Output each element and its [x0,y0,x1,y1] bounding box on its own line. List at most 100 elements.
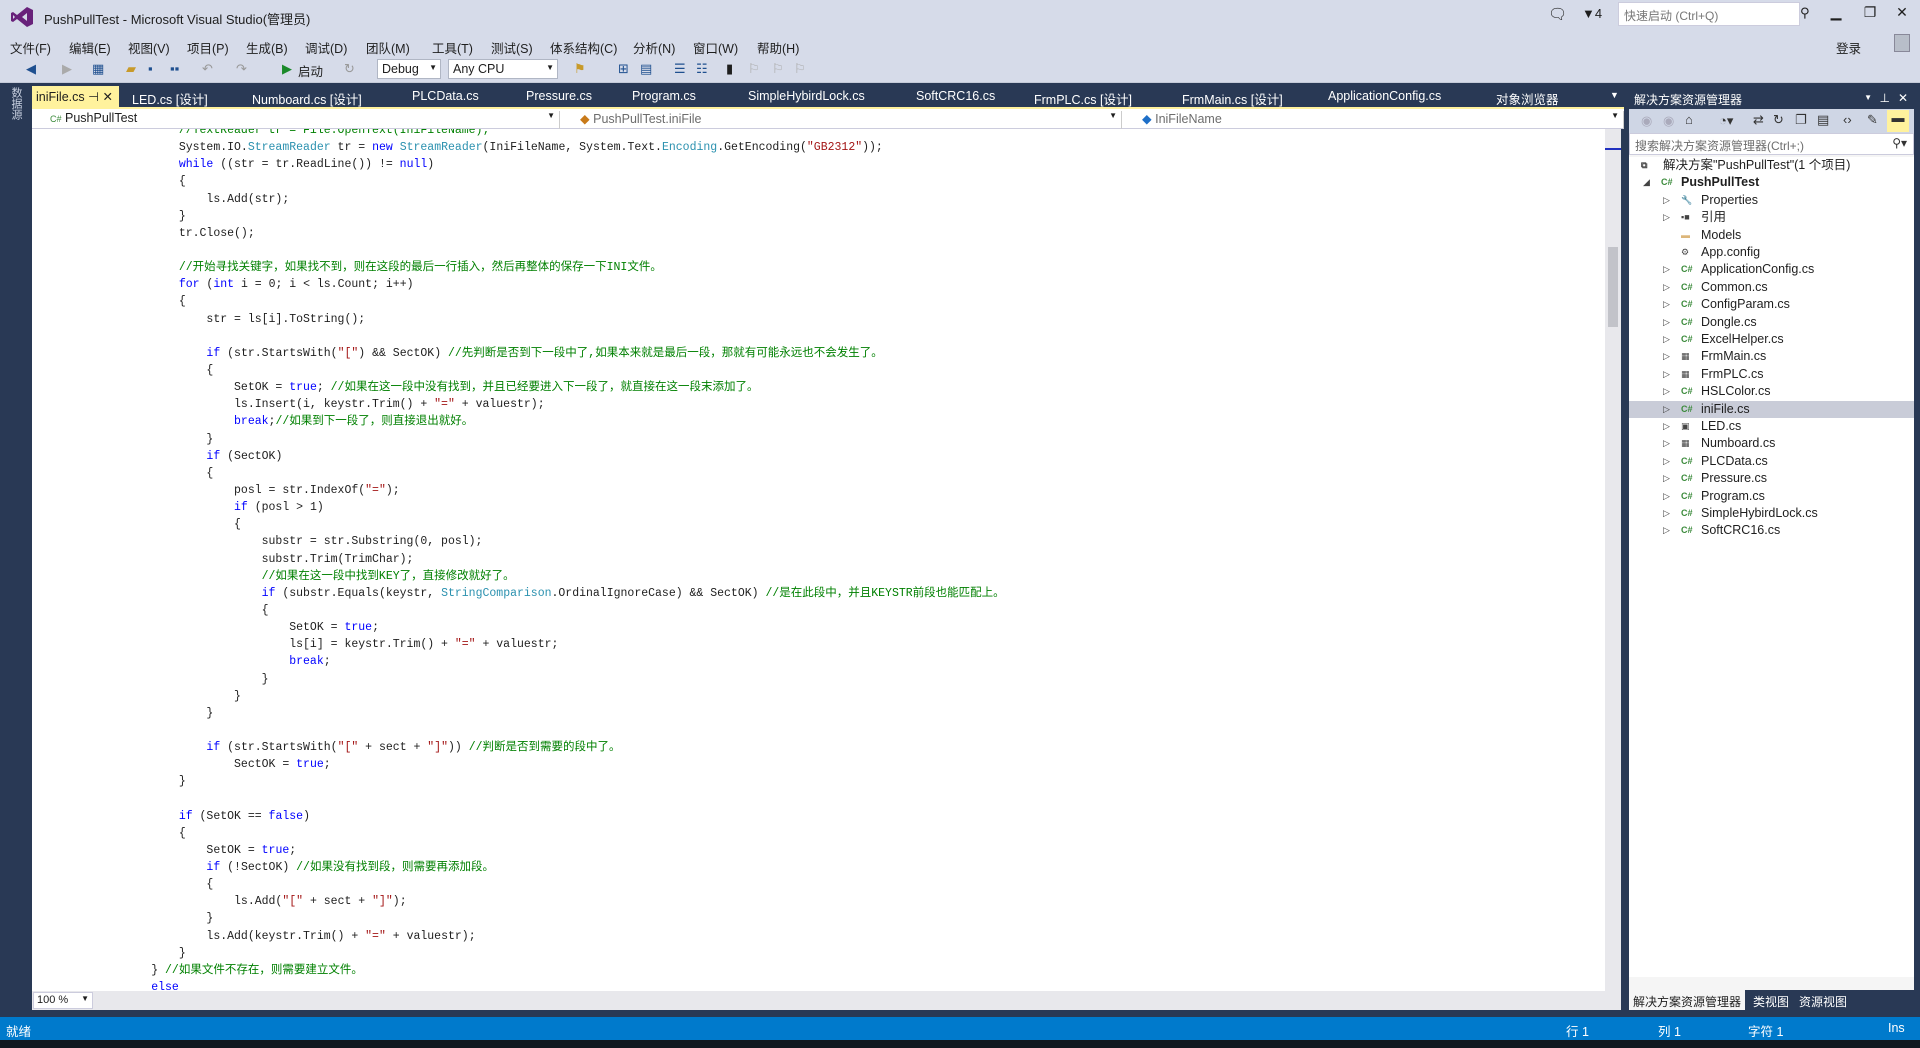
next-bookmark-icon[interactable]: ⚐ [772,61,784,77]
find-in-files-icon[interactable]: ⚑ [574,61,586,77]
tab-document[interactable]: iniFile.cs ⊣ ✕ [32,86,119,107]
preview-selected-icon[interactable]: ▬ [1887,110,1909,132]
tree-item[interactable]: ▷ C# HSLColor.cs [1629,383,1914,400]
expand-icon[interactable]: ▷ [1663,366,1670,383]
menu-item[interactable]: 生成(B) [246,38,288,57]
tree-item[interactable]: ▬ Models [1629,227,1914,244]
menu-item[interactable]: 视图(V) [128,38,170,57]
expand-icon[interactable]: ◢ [1643,174,1650,191]
expand-icon[interactable]: ▷ [1663,383,1670,400]
pin-icon[interactable]: ⊥ [1880,91,1890,105]
bookmark-icon[interactable]: ▮ [726,61,733,77]
tab-document[interactable]: ApplicationConfig.cs [1324,86,1445,107]
refresh-icon[interactable]: ↻ [344,61,355,77]
tab-document[interactable]: Numboard.cs [设计] [248,86,366,107]
expand-icon[interactable]: ▷ [1663,261,1670,278]
hex-icon[interactable]: ▤ [640,61,652,77]
forward-icon[interactable]: ◉ [1663,113,1674,129]
search-icon[interactable]: ⚲▾ [1892,136,1907,150]
tab-document[interactable]: LED.cs [设计] [128,86,212,107]
expand-icon[interactable]: ▷ [1663,192,1670,209]
tab-overflow-icon[interactable]: ▼ [1610,90,1619,100]
editor-horizontal-scrollbar[interactable] [32,991,1621,1010]
tab-document[interactable]: FrmPLC.cs [设计] [1030,86,1136,107]
properties-icon[interactable]: ✎ [1867,112,1878,128]
platform-select[interactable]: Any CPU ▼ [448,59,558,79]
sync-icon[interactable]: ⇄ [1753,112,1764,128]
menu-item[interactable]: 编辑(E) [69,38,111,57]
tree-item[interactable]: ▷ C# Common.cs [1629,279,1914,296]
tree-item[interactable]: ▷ ▪■ 引用 [1629,209,1914,226]
tree-item[interactable]: ▷ C# iniFile.cs [1629,400,1914,418]
tree-item[interactable]: ▷ ▦ Numboard.cs [1629,435,1914,452]
close-button[interactable]: ✕ [1888,4,1916,21]
expand-icon[interactable]: ▷ [1663,435,1670,452]
search-icon[interactable]: ⚲ [1800,5,1810,21]
close-icon[interactable]: ✕ [1898,91,1908,105]
tab-document[interactable]: SimpleHybirdLock.cs [744,86,869,107]
zoom-select[interactable]: 100 % ▼ [33,992,93,1009]
menu-item[interactable]: 项目(P) [187,38,229,57]
comment-icon[interactable]: ☷ [696,61,708,77]
tree-item[interactable]: ▷ C# Program.cs [1629,488,1914,505]
member-dropdown[interactable]: ◆ IniFileName ▼ [1124,111,1624,129]
home-icon[interactable]: ⌂ [1685,112,1693,127]
type-dropdown[interactable]: ◆ PushPullTest.iniFile ▼ [562,111,1122,129]
expand-icon[interactable]: ▷ [1663,488,1670,505]
restore-button[interactable]: ❐ [1856,4,1884,21]
project-dropdown[interactable]: C# PushPullTest ▼ [32,111,560,129]
save-icon[interactable]: ▪ [148,61,153,76]
account-avatar-icon[interactable] [1894,34,1910,52]
tab-document[interactable]: Pressure.cs [522,86,596,107]
tree-item[interactable]: ◢ C# PushPullTest [1629,174,1914,191]
clear-bookmark-icon[interactable]: ⚐ [794,61,806,77]
tree-item[interactable]: ▷ ▦ FrmMain.cs [1629,348,1914,365]
collapse-all-icon[interactable]: ❐ [1795,112,1807,128]
tab-document[interactable]: FrmMain.cs [设计] [1178,86,1287,107]
menu-item[interactable]: 分析(N) [633,38,675,57]
configuration-select[interactable]: Debug ▼ [377,59,441,79]
notification-flag[interactable]: ▼4 [1582,6,1602,21]
expand-icon[interactable]: ▷ [1663,348,1670,365]
start-icon[interactable]: ▶ [282,61,292,77]
panel-tab[interactable]: 类视图 [1749,990,1793,1010]
tree-item[interactable]: ▷ C# ConfigParam.cs [1629,296,1914,313]
pending-changes-icon[interactable]: ◔▾ [1719,113,1733,129]
menu-item[interactable]: 团队(M) [366,38,410,57]
code-text[interactable]: //TextReader tr = File.OpenText(IniFileN… [96,129,1004,991]
open-file-icon[interactable]: ▰ [126,61,136,77]
save-all-icon[interactable]: ▪▪ [170,61,179,76]
expand-icon[interactable]: ▷ [1663,401,1670,418]
menu-item[interactable]: 窗口(W) [693,38,738,57]
login-link[interactable]: 登录 [1836,38,1861,57]
back-icon[interactable]: ◉ [1641,113,1652,129]
feedback-icon[interactable]: 🗨 [1548,5,1567,23]
tree-item[interactable]: ⚙ App.config [1629,244,1914,261]
show-all-files-icon[interactable]: ▤ [1817,112,1829,128]
tree-item[interactable]: ▷ C# ApplicationConfig.cs [1629,261,1914,278]
expand-icon[interactable]: ▷ [1663,314,1670,331]
code-editor[interactable]: //TextReader tr = File.OpenText(IniFileN… [32,129,1605,991]
tree-item[interactable]: ▷ C# SoftCRC16.cs [1629,522,1914,539]
prev-bookmark-icon[interactable]: ⚐ [748,61,760,77]
expand-icon[interactable]: ▷ [1663,453,1670,470]
redo-icon[interactable]: ↷ [236,61,247,77]
tab-document[interactable]: SoftCRC16.cs [912,86,999,107]
tab-document[interactable]: Program.cs [628,86,700,107]
tree-item[interactable]: ▷ ▦ FrmPLC.cs [1629,366,1914,383]
pin-close-icon[interactable]: ⊣ ✕ [85,90,113,104]
menu-item[interactable]: 体系结构(C) [550,38,617,57]
scrollbar-thumb[interactable] [1608,247,1618,327]
tree-item[interactable]: ▷ C# SimpleHybirdLock.cs [1629,505,1914,522]
expand-icon[interactable]: ▷ [1663,279,1670,296]
chevron-down-icon[interactable]: ▼ [1864,93,1872,102]
menu-item[interactable]: 测试(S) [491,38,533,57]
menu-item[interactable]: 工具(T) [432,38,473,57]
expand-icon[interactable]: ▷ [1663,209,1670,226]
new-project-icon[interactable]: ▦ [92,61,104,77]
view-code-icon[interactable]: ‹› [1843,112,1852,127]
refresh-icon[interactable]: ↻ [1773,112,1784,128]
expand-icon[interactable]: ▷ [1663,505,1670,522]
tree-item[interactable]: ▷ ▣ LED.cs [1629,418,1914,435]
start-button[interactable]: 启动 [298,61,323,80]
